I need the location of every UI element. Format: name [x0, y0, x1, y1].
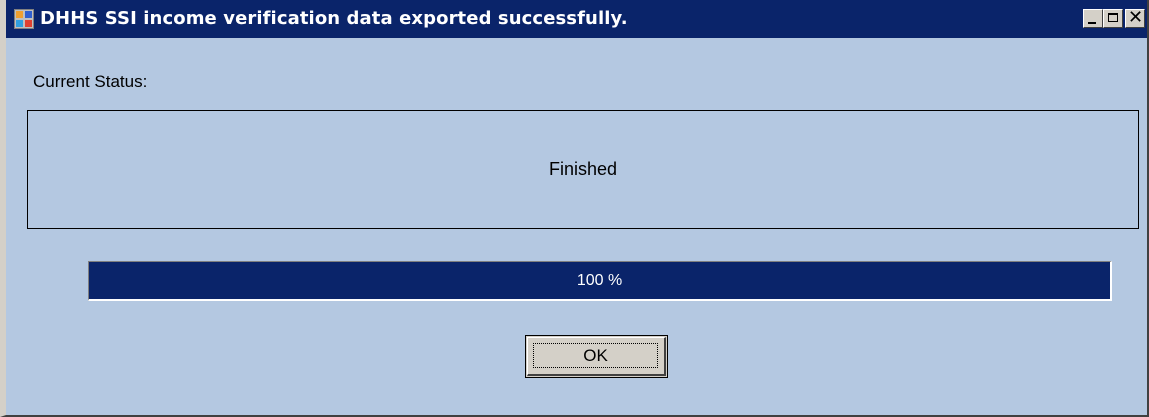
current-status-label: Current Status:: [33, 72, 148, 91]
ok-button-bevel: OK: [527, 337, 666, 376]
progress-bar: 100 %: [88, 261, 1112, 301]
minimize-button[interactable]: [1083, 9, 1103, 28]
window-title: DHHS SSI income verification data export…: [40, 8, 628, 29]
ok-button-label: OK: [533, 343, 658, 368]
export-status-dialog: DHHS SSI income verification data export…: [0, 0, 1149, 417]
maximize-button[interactable]: [1103, 9, 1123, 28]
window-controls: ✕: [1083, 7, 1145, 28]
minimize-icon: [1088, 22, 1096, 24]
status-message-box: Finished: [27, 110, 1139, 229]
close-icon: ✕: [1128, 7, 1144, 28]
application-window-icon[interactable]: [14, 9, 34, 29]
status-message: Finished: [548, 159, 618, 179]
close-button[interactable]: ✕: [1125, 7, 1145, 28]
ok-button[interactable]: OK: [525, 335, 668, 378]
progress-percent-text: 100 %: [576, 271, 623, 289]
title-bar[interactable]: DHHS SSI income verification data export…: [6, 0, 1147, 38]
maximize-icon: [1108, 13, 1118, 22]
